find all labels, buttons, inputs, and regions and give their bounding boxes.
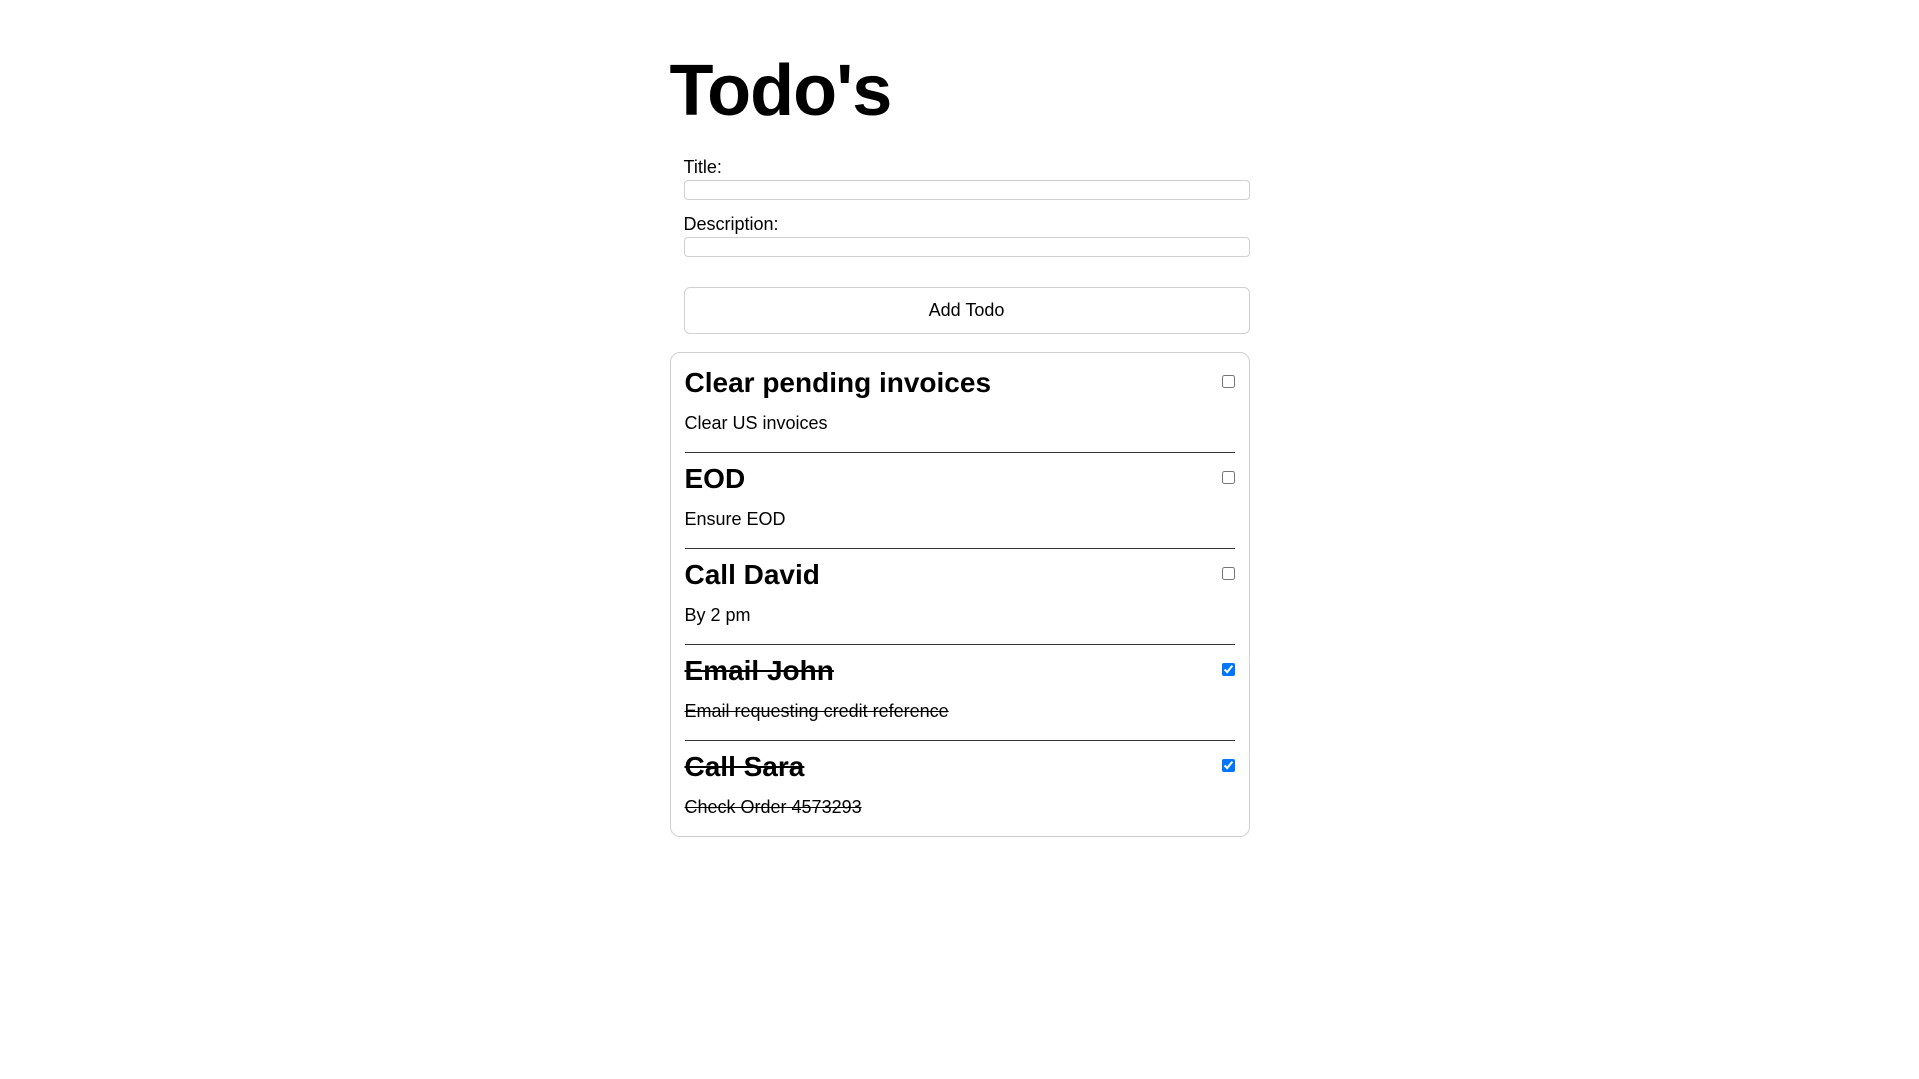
- todo-item: Call Sara Check Order 4573293: [685, 751, 1235, 836]
- title-input[interactable]: [684, 180, 1250, 200]
- todo-checkbox[interactable]: [1222, 471, 1235, 484]
- todo-item-description: Clear US invoices: [685, 413, 1235, 434]
- todo-list: Clear pending invoices Clear US invoices E…: [670, 352, 1250, 837]
- todo-item: Clear pending invoices Clear US invoices: [685, 367, 1235, 453]
- todo-item-title: Clear pending invoices: [685, 367, 1235, 399]
- todo-item-description: Ensure EOD: [685, 509, 1235, 530]
- todo-item-description: Check Order 4573293: [685, 797, 1235, 818]
- todo-item-title: Email John: [685, 655, 1235, 687]
- todo-form: Title: Description: Add Todo: [670, 157, 1250, 352]
- page-title: Todo's: [670, 50, 1250, 132]
- todo-checkbox[interactable]: [1222, 567, 1235, 580]
- title-label: Title:: [684, 157, 1250, 178]
- todo-item: Call David By 2 pm: [685, 559, 1235, 645]
- todo-item: Email John Email requesting credit refere…: [685, 655, 1235, 741]
- todo-item: EOD Ensure EOD: [685, 463, 1235, 549]
- description-label: Description:: [684, 214, 1250, 235]
- todo-checkbox[interactable]: [1222, 759, 1235, 772]
- add-todo-button[interactable]: Add Todo: [684, 287, 1250, 334]
- todo-checkbox[interactable]: [1222, 663, 1235, 676]
- todo-checkbox[interactable]: [1222, 375, 1235, 388]
- todo-item-description: Email requesting credit reference: [685, 701, 1235, 722]
- todo-item-title: Call Sara: [685, 751, 1235, 783]
- todo-item-title: Call David: [685, 559, 1235, 591]
- todo-item-title: EOD: [685, 463, 1235, 495]
- description-input[interactable]: [684, 237, 1250, 257]
- todo-item-description: By 2 pm: [685, 605, 1235, 626]
